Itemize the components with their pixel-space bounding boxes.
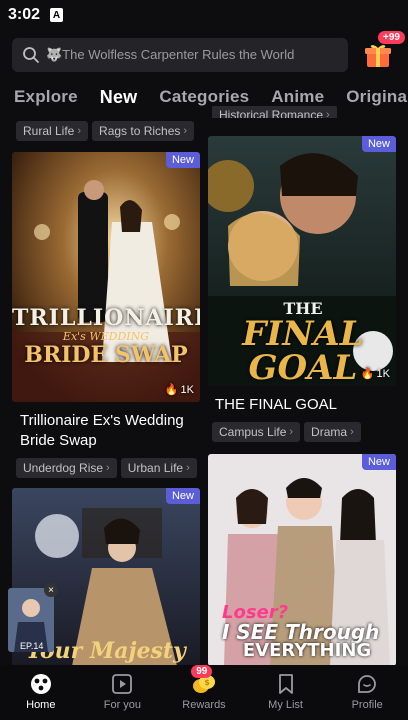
- nav-rewards[interactable]: 99 $ Rewards: [163, 665, 245, 720]
- tag-chip[interactable]: Rags to Riches ›: [92, 121, 195, 141]
- tab-explore[interactable]: Explore: [14, 87, 78, 107]
- new-badge: New: [361, 136, 396, 152]
- cover-title-art: TRILLIONAIRE Ex's WEDDING BRIDE SWAP: [12, 305, 200, 368]
- tab-anime[interactable]: Anime: [271, 87, 324, 107]
- tag-label: Urban Life: [127, 461, 184, 475]
- nav-for-you[interactable]: For you: [82, 665, 164, 720]
- nav-label: Rewards: [182, 699, 226, 711]
- bookmark-icon: [278, 674, 293, 694]
- view-count-value: 1K: [180, 383, 194, 396]
- tag-label: Drama: [311, 425, 348, 439]
- nav-label: My List: [268, 699, 303, 711]
- tag-chip[interactable]: Underdog Rise ›: [16, 458, 117, 478]
- search-placeholder: 🐺The Wolfless Carpenter Rules the World: [46, 47, 295, 62]
- gift-button[interactable]: +99: [362, 31, 405, 71]
- nav-label: Home: [26, 699, 56, 711]
- tag-chip[interactable]: Campus Life ›: [212, 422, 301, 442]
- view-count: 🔥 1K: [164, 383, 194, 397]
- flame-icon: 🔥: [360, 368, 375, 380]
- bottom-nav: Home For you 99 $ Rewards My List Profil…: [0, 665, 408, 720]
- status-time: 3:02: [8, 6, 41, 23]
- drama-cover-trillionaire[interactable]: TRILLIONAIRE Ex's WEDDING BRIDE SWAP New…: [12, 152, 200, 402]
- view-count-value: 1K: [376, 367, 390, 380]
- nav-label: Profile: [351, 699, 383, 711]
- svg-text:$: $: [204, 678, 210, 687]
- gift-badge: +99: [378, 31, 405, 44]
- card-tags: Campus Life › Drama ›: [212, 422, 361, 442]
- close-icon[interactable]: ×: [44, 583, 58, 597]
- home-icon: [30, 674, 51, 694]
- status-bar: 3:02 A: [0, 0, 408, 30]
- nav-label: For you: [103, 699, 142, 711]
- card-tags: Underdog Rise › Urban Life ›: [16, 458, 197, 478]
- rewards-badge: 99: [191, 665, 213, 678]
- tag-chip[interactable]: Urban Life ›: [120, 458, 197, 478]
- tag-label: Underdog Rise: [23, 461, 104, 475]
- play-square-icon: [112, 674, 133, 694]
- tag-label: Rags to Riches: [99, 124, 181, 138]
- drama-cover-loser[interactable]: Loser? I SEE Through EVERYTHING New: [208, 454, 396, 666]
- new-badge: New: [361, 454, 396, 470]
- top-tags-left: Rural Life › Rags to Riches ›: [16, 121, 195, 141]
- search-row: 🐺The Wolfless Carpenter Rules the World …: [12, 31, 405, 73]
- nav-my-list[interactable]: My List: [245, 665, 327, 720]
- flame-icon: 🔥: [164, 384, 179, 396]
- tab-original[interactable]: Origina: [346, 87, 407, 107]
- tag-label: Rural Life: [23, 124, 75, 138]
- nav-home[interactable]: Home: [0, 665, 82, 720]
- profile-icon: [358, 675, 377, 693]
- mini-player-episode: EP.14: [20, 641, 44, 651]
- tag-chip[interactable]: Rural Life ›: [16, 121, 89, 141]
- tag-label: Historical Romance: [219, 108, 324, 118]
- app-notification-icon: A: [50, 8, 64, 22]
- cover-title-art: Loser? I SEE Through EVERYTHING: [222, 602, 380, 661]
- category-tabs: Explore New Categories Anime Origina: [0, 84, 408, 110]
- view-count: 🔥 1K: [360, 367, 390, 381]
- card-title[interactable]: THE FINAL GOAL: [215, 395, 395, 415]
- card-title[interactable]: Trillionaire Ex's Wedding Bride Swap: [20, 411, 200, 451]
- drama-cover-final-goal[interactable]: THE FINAL GOAL New 🔥 1K: [208, 136, 396, 386]
- tab-categories[interactable]: Categories: [159, 87, 249, 107]
- nav-profile[interactable]: Profile: [326, 665, 408, 720]
- new-badge: New: [165, 152, 200, 168]
- gift-icon: [365, 45, 391, 67]
- top-tags-right: Historical Romance ›: [212, 106, 337, 118]
- tag-chip[interactable]: Drama ›: [304, 422, 361, 442]
- new-badge: New: [165, 488, 200, 504]
- search-input[interactable]: 🐺The Wolfless Carpenter Rules the World: [12, 38, 348, 72]
- tag-label: Campus Life: [219, 425, 287, 439]
- tag-chip[interactable]: Historical Romance ›: [212, 106, 337, 118]
- tab-new[interactable]: New: [100, 87, 138, 108]
- search-icon: [22, 46, 40, 64]
